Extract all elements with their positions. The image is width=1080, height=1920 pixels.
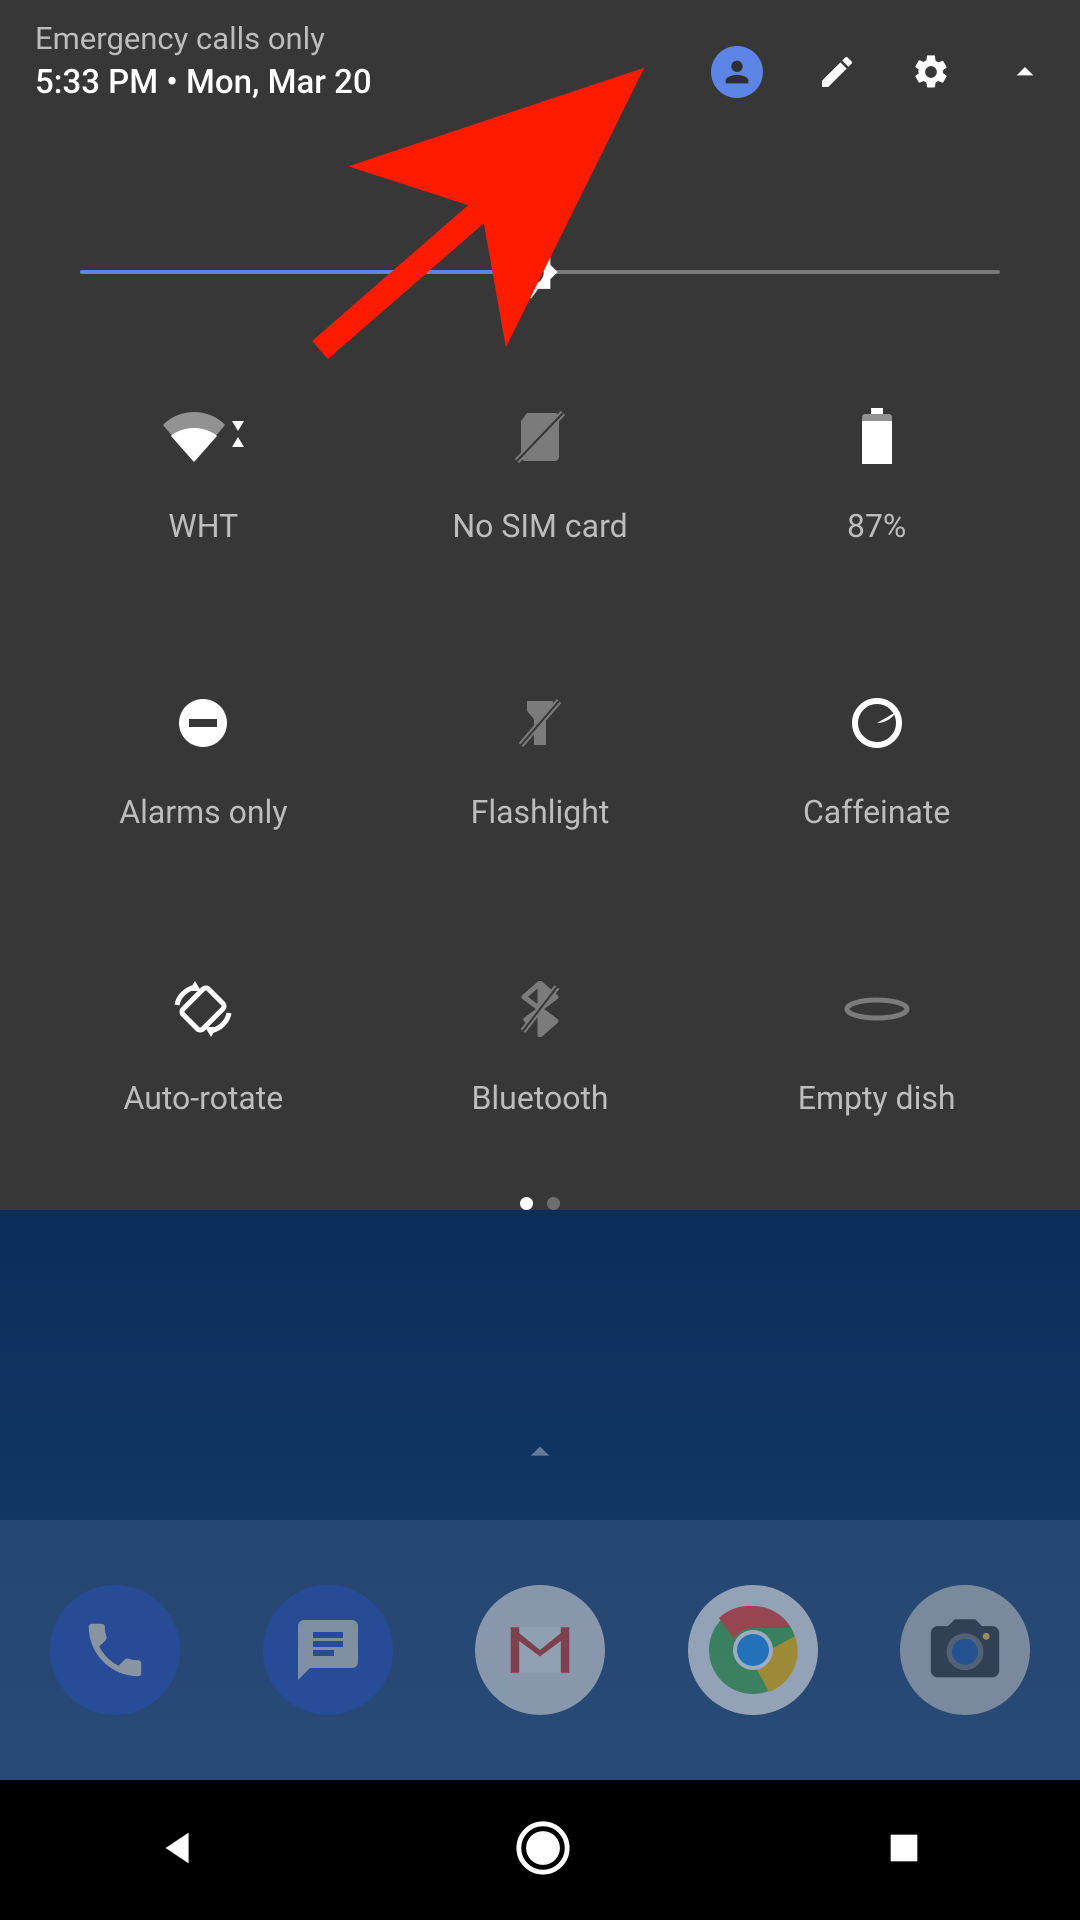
quick-tiles-grid: WHT No SIM card 87% Alarms only Flashlig — [0, 409, 1080, 1117]
brightness-slider[interactable] — [80, 242, 1000, 299]
nav-recents-icon[interactable] — [884, 1828, 924, 1872]
nav-back-icon[interactable] — [156, 1825, 202, 1875]
tile-caffeinate[interactable]: Caffeinate — [708, 695, 1045, 831]
quick-settings-panel: Emergency calls only 5:33 PM • Mon, Mar … — [0, 0, 1080, 1210]
tile-label: 87% — [847, 507, 906, 545]
edit-icon[interactable] — [817, 52, 857, 92]
emergency-text: Emergency calls only — [35, 20, 372, 57]
tile-battery[interactable]: 87% — [708, 409, 1045, 545]
tile-dnd[interactable]: Alarms only — [35, 695, 372, 831]
dish-icon — [842, 981, 912, 1037]
tile-label: No SIM card — [452, 507, 627, 545]
time-text: 5:33 PM — [35, 63, 158, 102]
dock — [0, 1520, 1080, 1780]
flashlight-off-icon — [517, 695, 563, 751]
dock-app-phone[interactable] — [50, 1585, 180, 1715]
status-datetime[interactable]: Emergency calls only 5:33 PM • Mon, Mar … — [35, 20, 372, 102]
user-icon[interactable] — [711, 46, 763, 98]
tile-bluetooth[interactable]: Bluetooth — [372, 981, 709, 1117]
separator-dot: • — [158, 63, 186, 102]
tile-dish[interactable]: Empty dish — [708, 981, 1045, 1117]
page-dot-2 — [547, 1197, 560, 1210]
dock-app-chrome[interactable] — [688, 1585, 818, 1715]
dnd-icon — [177, 695, 229, 751]
tile-wifi[interactable]: WHT — [35, 409, 372, 545]
tile-flashlight[interactable]: Flashlight — [372, 695, 709, 831]
tile-label: Alarms only — [119, 793, 287, 831]
dock-app-camera[interactable] — [900, 1585, 1030, 1715]
tile-label: WHT — [168, 507, 238, 545]
collapse-icon[interactable] — [1005, 52, 1045, 92]
tile-sim[interactable]: No SIM card — [372, 409, 709, 545]
settings-icon[interactable] — [911, 52, 951, 92]
brightness-fill — [80, 270, 531, 274]
tile-label: Bluetooth — [471, 1079, 608, 1117]
nav-home-icon[interactable] — [514, 1819, 572, 1881]
app-drawer-chevron-icon[interactable] — [518, 1430, 562, 1478]
tile-label: Empty dish — [798, 1079, 956, 1117]
datetime-text: 5:33 PM • Mon, Mar 20 — [35, 63, 372, 102]
caffeinate-icon — [851, 695, 903, 751]
battery-icon — [859, 409, 895, 465]
tile-label: Caffeinate — [803, 793, 950, 831]
page-indicator[interactable] — [0, 1197, 1080, 1210]
panel-header: Emergency calls only 5:33 PM • Mon, Mar … — [0, 0, 1080, 102]
date-text: Mon, Mar 20 — [186, 63, 372, 102]
page-dot-1 — [520, 1197, 533, 1210]
dock-app-messages[interactable] — [263, 1585, 393, 1715]
header-icons — [711, 20, 1045, 98]
bluetooth-off-icon — [519, 981, 561, 1037]
brightness-thumb[interactable] — [502, 243, 560, 301]
tile-label: Flashlight — [471, 793, 610, 831]
autorotate-icon — [171, 981, 235, 1037]
navigation-bar — [0, 1780, 1080, 1920]
tile-label: Auto-rotate — [123, 1079, 283, 1117]
tile-autorotate[interactable]: Auto-rotate — [35, 981, 372, 1117]
sim-off-icon — [515, 409, 565, 465]
wifi-icon — [162, 409, 244, 465]
dock-app-gmail[interactable] — [475, 1585, 605, 1715]
